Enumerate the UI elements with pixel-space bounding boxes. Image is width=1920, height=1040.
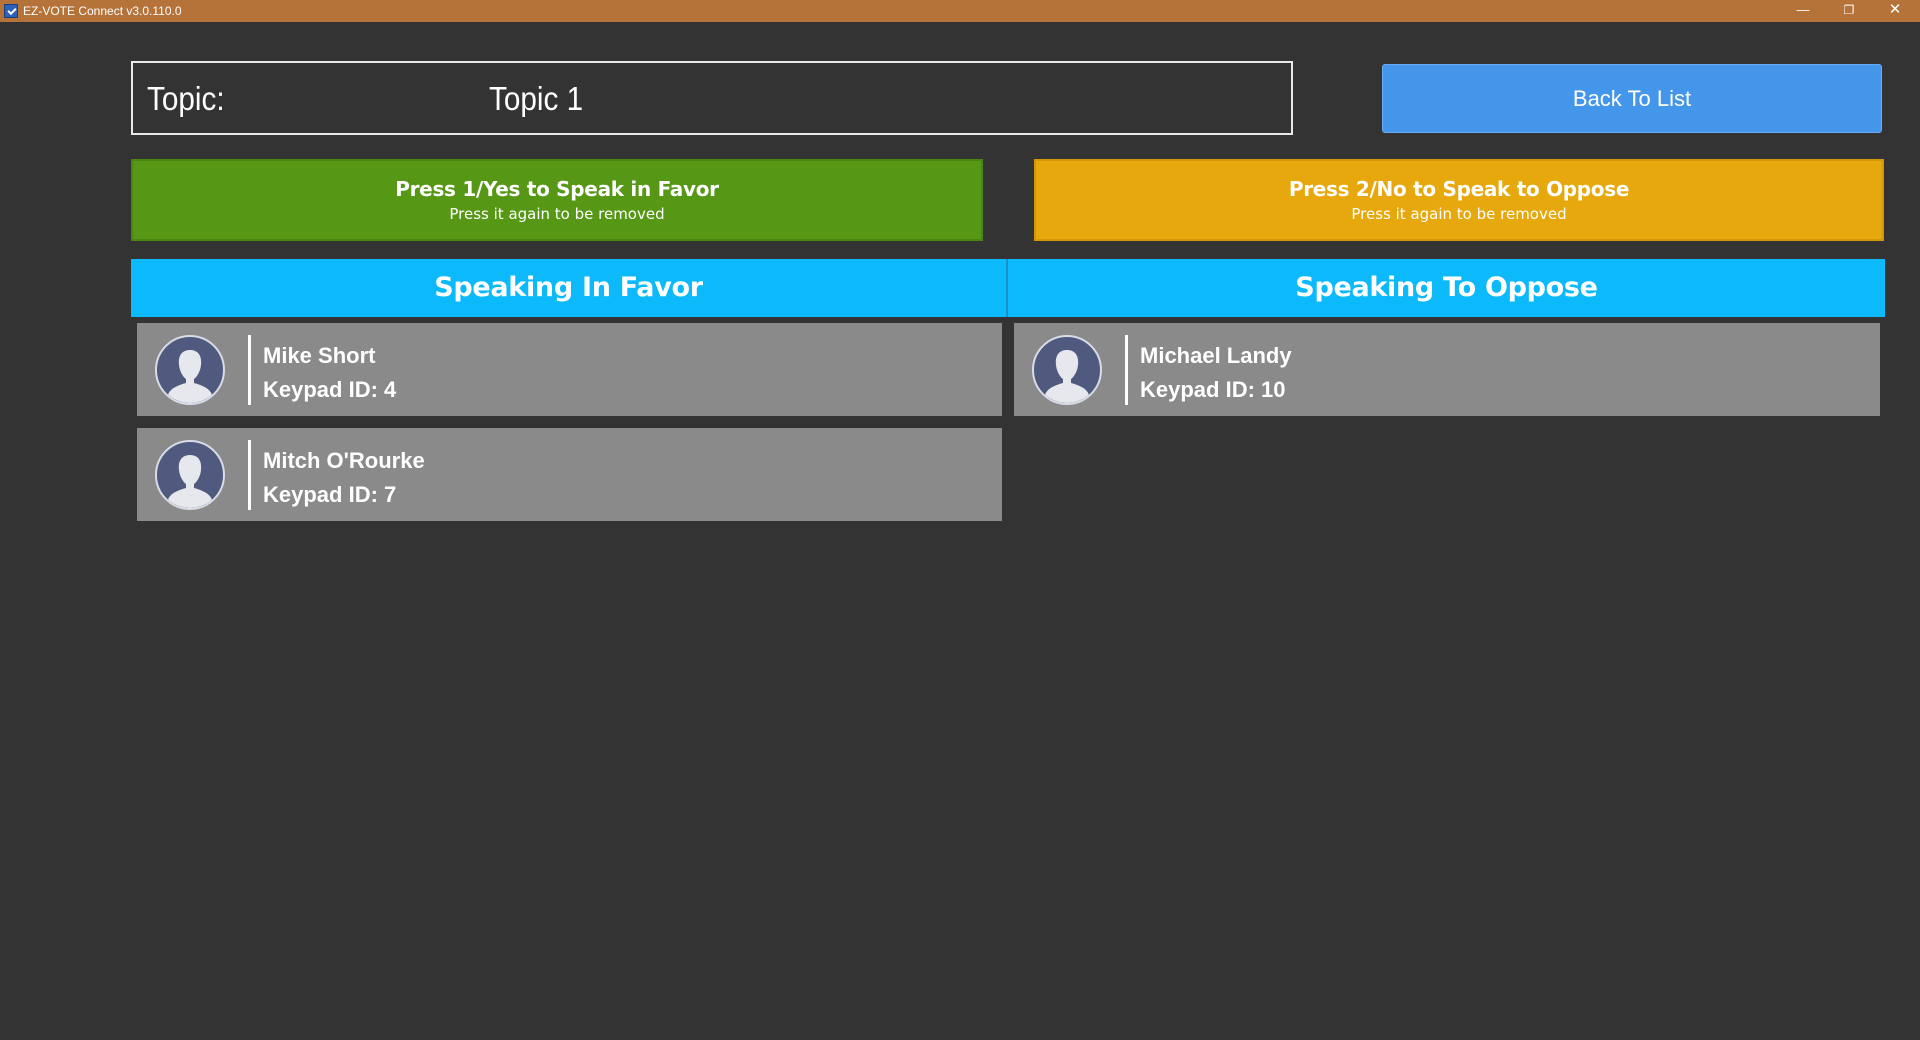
user-avatar-icon	[1032, 335, 1102, 405]
window-titlebar: EZ-VOTE Connect v3.0.110.0 — ❐ ✕	[0, 0, 1920, 22]
card-divider	[248, 440, 251, 510]
minimize-icon[interactable]: —	[1780, 0, 1826, 22]
topic-label: Topic:	[147, 80, 225, 117]
speak-to-oppose-prompt[interactable]: Press 2/No to Speak to Oppose Press it a…	[1034, 159, 1884, 241]
speaker-card-oppose[interactable]: Michael Landy Keypad ID: 10	[1014, 323, 1880, 416]
oppose-prompt-title: Press 2/No to Speak to Oppose	[1288, 177, 1630, 201]
restore-icon[interactable]: ❐	[1826, 0, 1872, 22]
topic-value: Topic 1	[489, 80, 584, 117]
speaker-name: Mike Short	[263, 343, 376, 368]
close-icon[interactable]: ✕	[1872, 0, 1918, 22]
speaker-name: Mitch O'Rourke	[263, 448, 425, 473]
card-divider	[248, 335, 251, 405]
speaker-keypad-id: Keypad ID: 4	[263, 377, 397, 402]
speak-in-favor-prompt[interactable]: Press 1/Yes to Speak in Favor Press it a…	[131, 159, 983, 241]
speaker-keypad-id: Keypad ID: 10	[1140, 377, 1286, 402]
favor-prompt-title: Press 1/Yes to Speak in Favor	[395, 177, 719, 201]
window-title: EZ-VOTE Connect v3.0.110.0	[23, 4, 182, 18]
speaker-card-favor[interactable]: Mike Short Keypad ID: 4	[137, 323, 1002, 416]
speaking-in-favor-header: Speaking In Favor	[131, 259, 1006, 317]
speaker-name: Michael Landy	[1140, 343, 1292, 368]
speaker-keypad-id: Keypad ID: 7	[263, 482, 397, 507]
speaking-to-oppose-header: Speaking To Oppose	[1008, 259, 1885, 317]
app-icon	[4, 4, 18, 18]
user-avatar-icon	[155, 440, 225, 510]
oppose-prompt-subtitle: Press it again to be removed	[1351, 205, 1567, 223]
back-to-list-button[interactable]: Back To List	[1382, 64, 1882, 133]
user-avatar-icon	[155, 335, 225, 405]
card-divider	[1125, 335, 1128, 405]
speaker-card-favor[interactable]: Mitch O'Rourke Keypad ID: 7	[137, 428, 1002, 521]
topic-box: Topic: Topic 1	[131, 61, 1293, 135]
favor-prompt-subtitle: Press it again to be removed	[449, 205, 665, 223]
